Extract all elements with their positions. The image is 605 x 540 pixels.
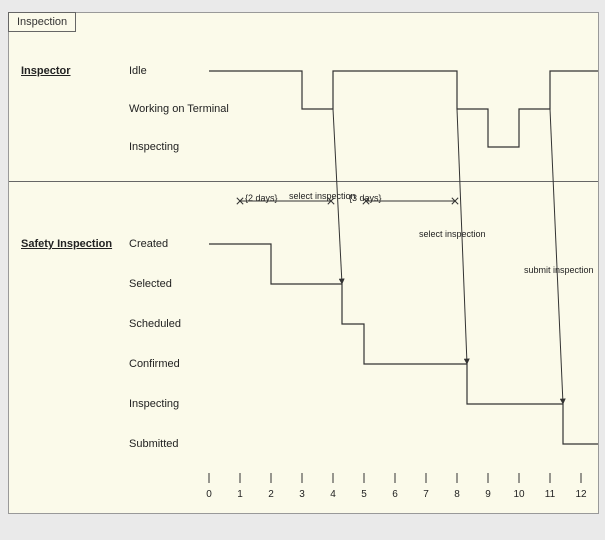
axis-0: 0 [206,489,212,500]
state-scheduled-label: Scheduled [129,318,181,330]
state-selected-label: Selected [129,278,172,290]
axis-1: 1 [237,489,243,500]
state-inspecting-label: Inspecting [129,141,179,153]
diagram-title-tab: Inspection [8,12,76,32]
state-created-label: Created [129,238,168,250]
axis-3: 3 [299,489,305,500]
timing-diagram: { "title": "Inspection", "lanes": { "ins… [8,12,599,514]
axis-12: 12 [575,489,586,500]
lane-safety-label: Safety Inspection [21,238,112,250]
state-inspecting2-label: Inspecting [129,398,179,410]
axis-6: 6 [392,489,398,500]
constraint-1-label: {2 days} [245,193,278,203]
message-3-label: submit inspection [524,265,594,275]
lane-inspector-label: Inspector [21,65,71,77]
diagram-svg [9,13,598,513]
constraint-2-label: {3 days} [349,193,382,203]
axis-8: 8 [454,489,460,500]
diagram-title: Inspection [17,16,67,28]
message-2-label: select inspection [419,229,486,239]
message-1-label: select inspection [289,191,356,201]
state-working-label: Working on Terminal [129,103,229,115]
axis-4: 4 [330,489,336,500]
axis-2: 2 [268,489,274,500]
axis-10: 10 [513,489,524,500]
lane-divider [9,181,598,182]
state-idle-label: Idle [129,65,147,77]
axis-9: 9 [485,489,491,500]
axis-7: 7 [423,489,429,500]
state-confirmed-label: Confirmed [129,358,180,370]
axis-11: 11 [545,489,555,500]
axis-5: 5 [361,489,367,500]
state-submitted-label: Submitted [129,438,179,450]
